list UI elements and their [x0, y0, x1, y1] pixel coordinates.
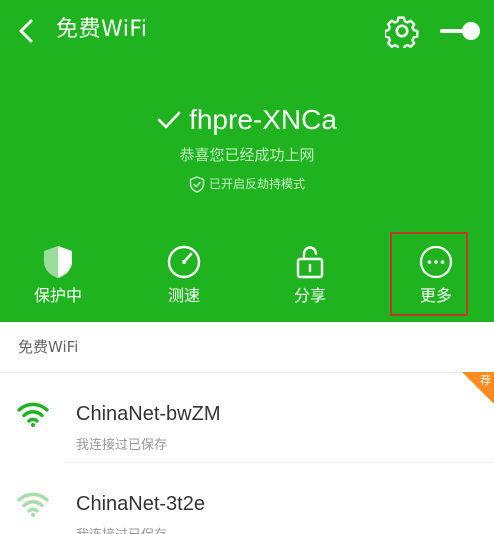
header: 免费WiFi fhpre-XNCa 恭喜您已经成功上网 已开启反劫持模式 保护中…: [0, 0, 494, 322]
check-icon: [157, 108, 181, 132]
lock-share-icon: [290, 242, 330, 282]
network-name: ChinaNet-bwZM: [76, 403, 221, 425]
wifi-weak-icon: [17, 492, 49, 517]
network-item[interactable]: ChinaNet-bwZM 我连接过已保存: [0, 380, 494, 464]
action-protect-label: 保护中: [33, 286, 82, 305]
toggle-knob: [462, 22, 480, 40]
connection-status: 恭喜您已经成功上网: [179, 146, 315, 164]
section-title: 免费WiFi: [18, 338, 79, 356]
divider: [0, 372, 494, 373]
action-share[interactable]: 分享: [260, 232, 360, 318]
badge-label: 荐: [480, 374, 491, 387]
speedometer-icon: [164, 242, 204, 282]
anti-hijack-status: 已开启反劫持模式: [0, 174, 494, 194]
highlight-frame: [390, 232, 468, 316]
action-protect[interactable]: 保护中: [8, 232, 108, 318]
shield-icon: [38, 242, 78, 282]
wifi-toggle[interactable]: [440, 22, 480, 40]
network-name: ChinaNet-3t2e: [76, 493, 205, 515]
action-speedtest-label: 测速: [167, 286, 200, 305]
network-status: 我连接过已保存: [76, 438, 168, 453]
network-ssid: fhpre-XNCa: [189, 104, 337, 135]
network-item[interactable]: ChinaNet-3t2e 我连接过已保存: [0, 470, 494, 534]
back-button[interactable]: [12, 14, 40, 48]
shield-check-icon: [189, 175, 205, 193]
action-speedtest[interactable]: 测速: [134, 232, 234, 318]
page-title: 免费WiFi: [56, 17, 148, 42]
top-bar: 免费WiFi: [0, 0, 494, 62]
divider: [64, 462, 494, 463]
anti-hijack-label: 已开启反劫持模式: [208, 177, 305, 191]
connected-network: fhpre-XNCa: [0, 102, 494, 138]
settings-button[interactable]: [384, 12, 420, 50]
recommend-badge: 荐: [462, 372, 494, 404]
wifi-strong-icon: [17, 402, 49, 427]
network-status: 我连接过已保存: [76, 526, 167, 534]
action-share-label: 分享: [293, 286, 326, 305]
gear-icon: [385, 16, 419, 48]
chevron-left-icon: [19, 19, 33, 43]
